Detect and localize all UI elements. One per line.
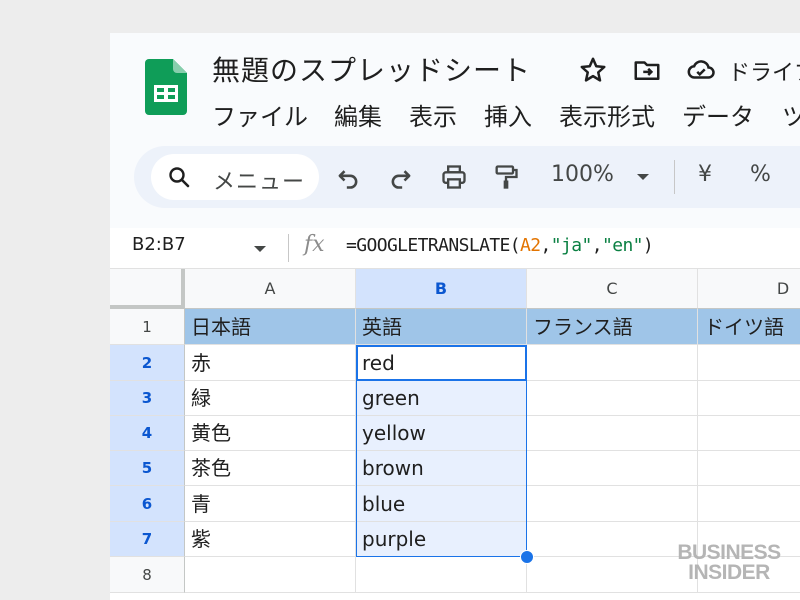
cell-c3[interactable] (527, 381, 698, 416)
cell-b1[interactable]: 英語 (356, 309, 527, 345)
undo-icon[interactable] (334, 163, 362, 191)
column-header-d[interactable]: D (698, 269, 800, 309)
search-icon (169, 167, 190, 188)
menu-format[interactable]: 表示形式 (559, 97, 655, 132)
watermark-line-1: BUSINESS (677, 541, 781, 564)
formula-input[interactable]: =GOOGLETRANSLATE(A2,"ja","en") (346, 235, 654, 256)
formula-comma: , (591, 235, 603, 256)
column-header-c[interactable]: C (527, 269, 698, 309)
menu-view[interactable]: 表示 (409, 97, 457, 132)
formula-close-paren: ) (642, 235, 654, 256)
menu-tools[interactable]: ツ (782, 97, 800, 132)
menu-insert[interactable]: 挿入 (484, 97, 532, 132)
name-box-divider (288, 234, 289, 262)
zoom-dropdown-icon[interactable] (636, 172, 650, 182)
cell-c4[interactable] (527, 416, 698, 451)
cell-a1[interactable]: 日本語 (185, 309, 356, 345)
cell-d4[interactable] (698, 416, 800, 451)
formula-source-lang: "ja" (550, 235, 593, 256)
row-header-7[interactable]: 7 (110, 522, 185, 557)
formula-bar: B2:B7 fx =GOOGLETRANSLATE(A2,"ja","en") (110, 228, 800, 269)
paint-format-icon[interactable] (492, 163, 520, 191)
menu-file[interactable]: ファイル (212, 97, 308, 132)
cloud-saved-icon[interactable] (686, 55, 716, 85)
formula-function: =GOOGLETRANSLATE( (346, 235, 521, 256)
column-header-b[interactable]: B (356, 269, 527, 309)
cell-c1[interactable]: フランス語 (527, 309, 698, 345)
name-box[interactable]: B2:B7 (132, 234, 186, 255)
row-header-3[interactable]: 3 (110, 381, 185, 416)
cell-b4[interactable]: yellow (356, 416, 527, 451)
toolbar-divider (674, 160, 675, 194)
row-header-5[interactable]: 5 (110, 451, 185, 486)
name-box-dropdown-icon[interactable] (253, 244, 267, 254)
cell-b8[interactable] (356, 557, 527, 593)
cell-a7[interactable]: 紫 (185, 522, 356, 557)
star-icon[interactable] (578, 55, 608, 85)
sheets-window: 無題のスプレッドシート ドライブ ファイル 編集 表示 挿入 表示形式 データ … (110, 33, 800, 600)
app-header: 無題のスプレッドシート ドライブ ファイル 編集 表示 挿入 表示形式 データ … (110, 33, 800, 141)
fx-icon: fx (304, 232, 325, 257)
cell-d6[interactable] (698, 486, 800, 522)
sheets-logo-icon[interactable] (145, 59, 187, 115)
percent-format-button[interactable]: % (750, 162, 771, 187)
menu-data[interactable]: データ (682, 97, 754, 132)
cell-d5[interactable] (698, 451, 800, 486)
redo-icon[interactable] (387, 163, 415, 191)
move-folder-icon[interactable] (632, 55, 662, 85)
row-header-6[interactable]: 6 (110, 486, 185, 522)
currency-format-button[interactable]: ¥ (698, 162, 712, 187)
cell-d3[interactable] (698, 381, 800, 416)
cell-a6[interactable]: 青 (185, 486, 356, 522)
column-header-a[interactable]: A (185, 269, 356, 309)
cell-d1[interactable]: ドイツ語 (698, 309, 800, 345)
zoom-select[interactable]: 100% (551, 162, 614, 187)
cell-b5[interactable]: brown (356, 451, 527, 486)
cell-d2[interactable] (698, 345, 800, 381)
row-header-1[interactable]: 1 (110, 309, 185, 345)
formula-target-lang: "en" (601, 235, 644, 256)
cell-c5[interactable] (527, 451, 698, 486)
row-header-8[interactable]: 8 (110, 557, 185, 593)
menu-search-box[interactable]: メニュー (151, 154, 319, 200)
formula-cell-ref: A2 (520, 235, 541, 256)
watermark-line-2: INSIDER (688, 561, 770, 584)
document-title[interactable]: 無題のスプレッドシート (212, 49, 531, 89)
business-insider-watermark: BUSINESS INSIDER (675, 541, 783, 584)
cell-a4[interactable]: 黄色 (185, 416, 356, 451)
cell-a2[interactable]: 赤 (185, 345, 356, 381)
cell-b7[interactable]: purple (356, 522, 527, 557)
cell-a8[interactable] (185, 557, 356, 593)
cell-a5[interactable]: 茶色 (185, 451, 356, 486)
select-all-corner[interactable] (110, 269, 185, 309)
menu-edit[interactable]: 編集 (334, 97, 382, 132)
toolbar: メニュー 100% ¥ % (134, 146, 800, 208)
cell-b3[interactable]: green (356, 381, 527, 416)
cell-c6[interactable] (527, 486, 698, 522)
cell-c2[interactable] (527, 345, 698, 381)
search-label: メニュー (213, 170, 306, 195)
cell-c8[interactable] (527, 557, 698, 593)
drive-status-label[interactable]: ドライブ (728, 55, 800, 87)
fill-handle[interactable] (520, 550, 534, 564)
cell-c7[interactable] (527, 522, 698, 557)
print-icon[interactable] (440, 163, 468, 191)
cell-b2[interactable]: red (356, 345, 527, 381)
cell-a3[interactable]: 緑 (185, 381, 356, 416)
formula-comma: , (540, 235, 552, 256)
cell-b6[interactable]: blue (356, 486, 527, 522)
row-header-2[interactable]: 2 (110, 345, 185, 381)
row-header-4[interactable]: 4 (110, 416, 185, 451)
